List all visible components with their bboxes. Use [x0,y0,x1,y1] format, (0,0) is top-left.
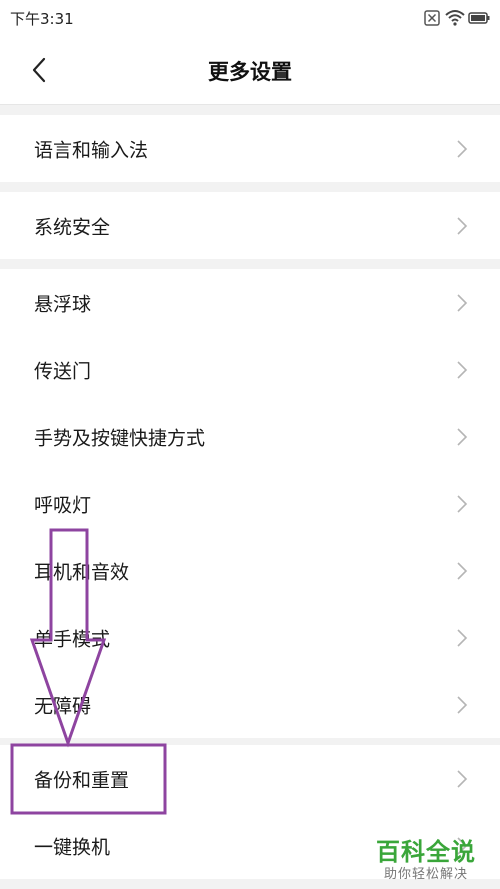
wifi-icon [445,10,465,26]
chevron-right-icon [457,360,468,379]
battery-icon [468,12,490,24]
watermark-title: 百科全说 [376,838,476,866]
chevron-right-icon [457,769,468,788]
chevron-right-icon [457,628,468,647]
settings-row-one-handed-mode[interactable]: 单手模式 [0,604,500,671]
settings-row-label: 系统安全 [34,216,111,238]
settings-row-label: 传送门 [34,360,92,382]
settings-group-language: 语言和输入法 [0,115,500,182]
settings-row-label: 无障碍 [34,695,92,717]
settings-row-portal[interactable]: 传送门 [0,336,500,403]
settings-row-label: 语言和输入法 [34,139,149,161]
status-time: 下午3:31 [10,10,74,28]
settings-row-label: 呼吸灯 [34,494,92,516]
watermark-logo: 百科全说 助你轻松解决 [366,837,486,883]
chevron-right-icon [457,216,468,235]
nav-bar: 更多设置 [0,36,500,105]
settings-row-gestures-shortcuts[interactable]: 手势及按键快捷方式 [0,403,500,470]
settings-group-security: 系统安全 [0,192,500,259]
settings-row-floating-ball[interactable]: 悬浮球 [0,269,500,336]
settings-row-system-security[interactable]: 系统安全 [0,192,500,259]
settings-row-headphones-audio[interactable]: 耳机和音效 [0,537,500,604]
settings-row-label: 悬浮球 [34,293,92,315]
chevron-right-icon [457,561,468,580]
watermark-subtitle: 助你轻松解决 [383,867,468,882]
settings-row-breathing-light[interactable]: 呼吸灯 [0,470,500,537]
chevron-right-icon [457,695,468,714]
settings-row-language-input[interactable]: 语言和输入法 [0,115,500,182]
settings-row-label: 一键换机 [34,836,111,858]
chevron-right-icon [457,139,468,158]
chevron-right-icon [457,293,468,312]
settings-row-label: 单手模式 [34,628,111,650]
chevron-right-icon [457,494,468,513]
page-title: 更多设置 [208,60,292,84]
settings-row-label: 手势及按键快捷方式 [34,427,206,449]
chevron-right-icon [457,427,468,446]
settings-row-label: 备份和重置 [34,769,130,791]
settings-row-backup-reset[interactable]: 备份和重置 [0,745,500,812]
settings-group-features: 悬浮球 传送门 手势及按键快捷方式 呼吸灯 耳机和音效 单手模式 无障碍 [0,269,500,738]
settings-row-accessibility[interactable]: 无障碍 [0,671,500,738]
status-icons [424,8,492,28]
settings-row-label: 耳机和音效 [34,561,130,583]
sim-x-icon [424,10,440,26]
status-bar: 下午3:31 [0,0,500,36]
